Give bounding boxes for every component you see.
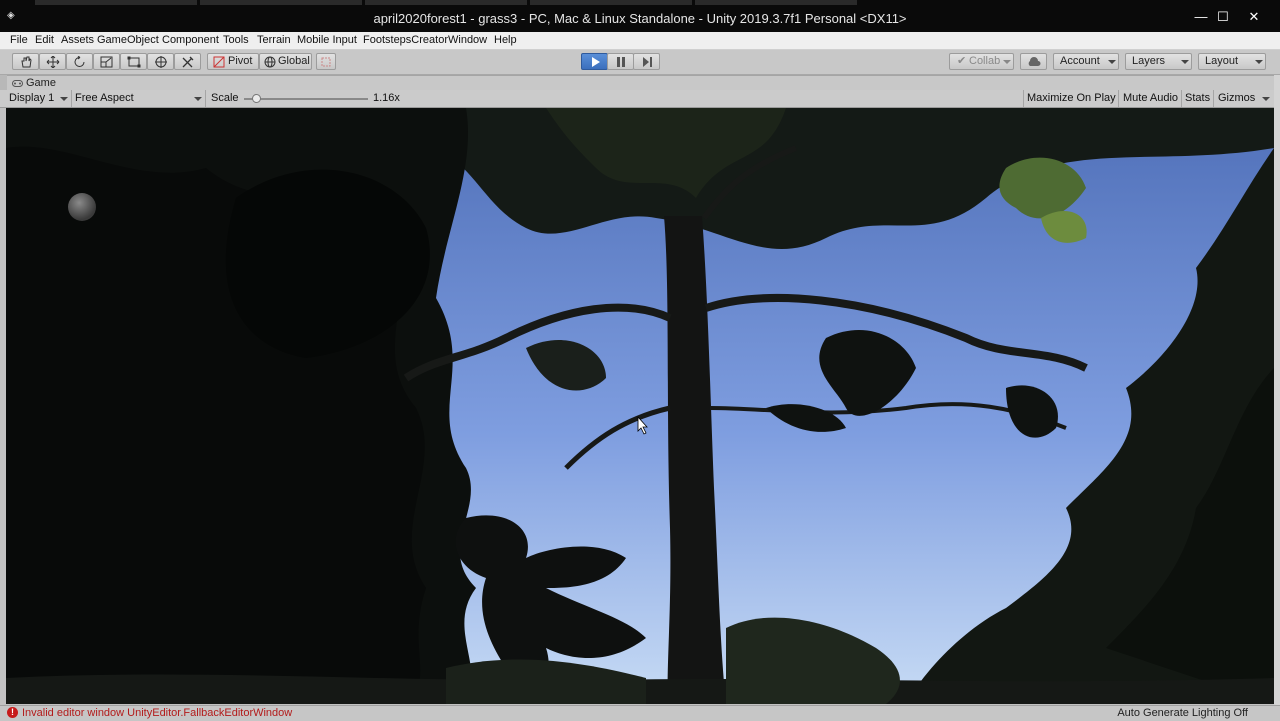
menu-assets[interactable]: Assets xyxy=(61,34,94,47)
chevron-down-icon xyxy=(1181,60,1189,64)
window-title: april2020forest1 - grass3 - PC, Mac & Li… xyxy=(373,11,907,26)
transform-tool-button[interactable] xyxy=(147,53,174,70)
layers-label: Layers xyxy=(1132,55,1166,67)
game-controller-icon xyxy=(12,80,23,87)
rect-tool-icon xyxy=(127,56,141,68)
scale-tool-icon xyxy=(100,56,113,68)
menu-tools[interactable]: Tools xyxy=(223,34,249,47)
tab-game-label: Game xyxy=(26,77,56,89)
scrollbar-edge xyxy=(1274,75,1280,705)
minimize-button[interactable]: — xyxy=(1190,8,1212,26)
divider xyxy=(1213,90,1214,107)
tab-strip: Game xyxy=(0,75,1280,91)
game-view-viewport[interactable] xyxy=(6,108,1274,704)
divider xyxy=(1023,90,1024,107)
transform-tool-icon xyxy=(155,56,167,68)
chevron-down-icon xyxy=(1255,60,1263,64)
taskbar-strip xyxy=(35,0,197,5)
chevron-down-icon[interactable] xyxy=(1262,97,1270,101)
step-button[interactable] xyxy=(633,53,660,70)
maximize-on-play-toggle[interactable]: Maximize On Play xyxy=(1027,92,1116,105)
rect-tool-button[interactable] xyxy=(120,53,147,70)
sphere-gizmo xyxy=(68,193,96,221)
move-tool-button[interactable] xyxy=(39,53,66,70)
collab-dropdown[interactable]: ✔ Collab xyxy=(949,53,1014,70)
mute-audio-toggle[interactable]: Mute Audio xyxy=(1123,92,1178,105)
window-title-bar: ◈ april2020forest1 - grass3 - PC, Mac & … xyxy=(0,0,1280,32)
custom-tool-icon xyxy=(182,56,194,68)
collab-label: Collab xyxy=(969,55,1001,67)
account-dropdown[interactable]: Account xyxy=(1053,53,1119,70)
play-button[interactable] xyxy=(581,53,608,70)
menu-footsteps-creator[interactable]: FootstepsCreator xyxy=(363,34,448,47)
divider xyxy=(1181,90,1182,107)
snap-icon xyxy=(321,57,331,67)
divider xyxy=(1118,90,1119,107)
pause-button[interactable] xyxy=(607,53,634,70)
layers-dropdown[interactable]: Layers xyxy=(1125,53,1192,70)
rotate-tool-button[interactable] xyxy=(66,53,93,70)
collab-check-icon: ✔ xyxy=(957,55,967,67)
pivot-icon xyxy=(213,56,225,68)
lighting-status: Auto Generate Lighting Off xyxy=(1117,707,1248,719)
menu-window[interactable]: Window xyxy=(448,34,487,47)
menu-terrain[interactable]: Terrain xyxy=(257,34,291,47)
aspect-dropdown[interactable]: Free Aspect xyxy=(75,92,134,105)
menu-bar: File Edit Assets GameObject Component To… xyxy=(0,32,1280,50)
chevron-down-icon xyxy=(194,97,202,101)
cloud-icon xyxy=(1028,57,1041,66)
menu-help[interactable]: Help xyxy=(494,34,517,47)
scale-slider-track[interactable] xyxy=(244,98,368,100)
hand-tool-icon xyxy=(21,56,32,68)
status-bar: ! Invalid editor window UnityEditor.Fall… xyxy=(0,705,1280,721)
error-icon: ! xyxy=(7,707,18,718)
step-icon xyxy=(643,57,652,67)
maximize-button[interactable]: ☐ xyxy=(1212,8,1234,26)
scale-value: 1.16x xyxy=(373,92,400,104)
custom-tool-button[interactable] xyxy=(174,53,201,70)
tab-game[interactable]: Game xyxy=(7,75,1274,91)
snap-toggle[interactable] xyxy=(316,53,336,70)
status-error-message[interactable]: Invalid editor window UnityEditor.Fallba… xyxy=(22,707,292,720)
chevron-down-icon xyxy=(1003,60,1011,64)
cloud-button[interactable] xyxy=(1020,53,1047,70)
game-view-toolbar: Display 1 Free Aspect Scale 1.16x Maximi… xyxy=(0,90,1280,108)
main-toolbar: Pivot Global ✔ Collab Account Layers Lay… xyxy=(0,50,1280,75)
chevron-down-icon xyxy=(60,97,68,101)
taskbar-strip xyxy=(695,0,857,5)
global-label: Global xyxy=(278,55,310,67)
menu-file[interactable]: File xyxy=(10,34,28,47)
divider xyxy=(71,90,72,107)
pivot-toggle[interactable]: Pivot xyxy=(207,53,259,70)
account-label: Account xyxy=(1060,55,1100,67)
layout-dropdown[interactable]: Layout xyxy=(1198,53,1266,70)
display-dropdown[interactable]: Display 1 xyxy=(9,92,54,105)
scale-label: Scale xyxy=(211,92,239,104)
scale-tool-button[interactable] xyxy=(93,53,120,70)
menu-edit[interactable]: Edit xyxy=(35,34,54,47)
menu-component[interactable]: Component xyxy=(162,34,219,47)
gizmos-toggle[interactable]: Gizmos xyxy=(1218,92,1255,105)
layout-label: Layout xyxy=(1205,55,1239,67)
move-tool-icon xyxy=(46,56,60,68)
globe-icon xyxy=(264,56,276,68)
chevron-down-icon xyxy=(1108,60,1116,64)
taskbar-strip xyxy=(530,0,692,5)
pivot-label: Pivot xyxy=(228,55,253,67)
stats-toggle[interactable]: Stats xyxy=(1185,92,1210,105)
forest-scene-render xyxy=(6,108,1274,704)
rotate-tool-icon xyxy=(74,56,85,67)
play-icon xyxy=(592,57,600,67)
pause-icon xyxy=(617,57,625,67)
menu-gameobject[interactable]: GameObject xyxy=(97,34,159,47)
menu-mobile-input[interactable]: Mobile Input xyxy=(297,34,357,47)
close-button[interactable]: ✕ xyxy=(1243,8,1265,26)
divider xyxy=(205,90,206,107)
hand-tool-button[interactable] xyxy=(12,53,39,70)
taskbar-strip xyxy=(365,0,527,5)
taskbar-strip xyxy=(200,0,362,5)
global-toggle[interactable]: Global xyxy=(259,53,312,70)
